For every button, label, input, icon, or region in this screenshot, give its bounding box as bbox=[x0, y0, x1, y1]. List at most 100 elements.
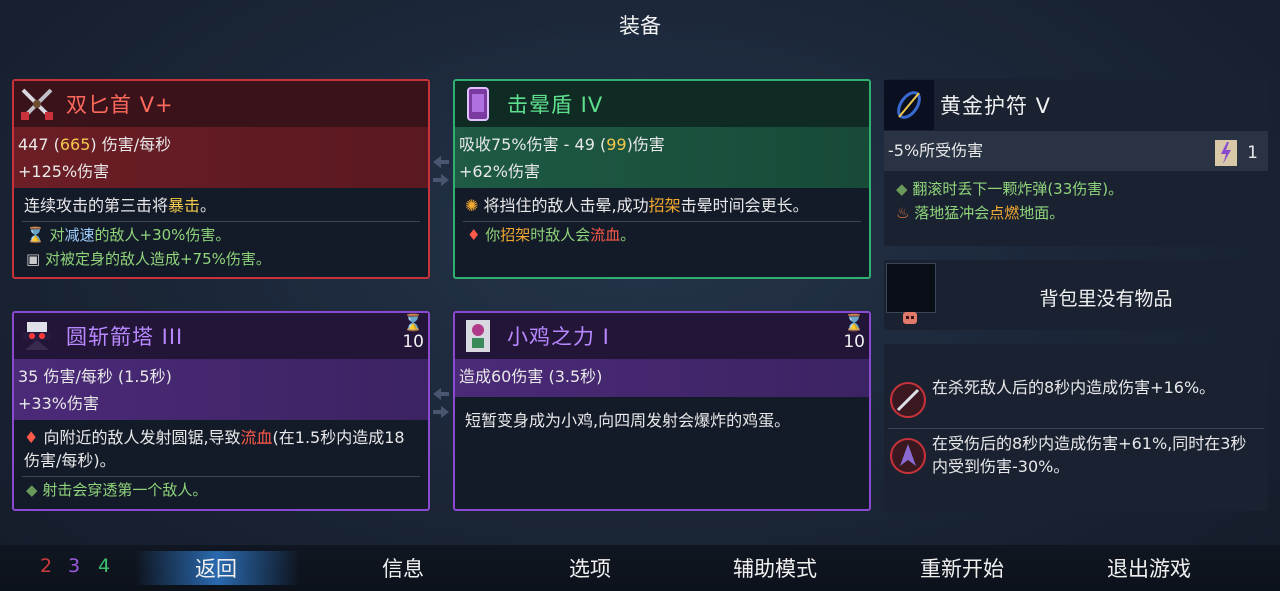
skill-name: 圆斩箭塔 III bbox=[66, 325, 184, 349]
amulet-stat: -5%所受伤害 1 bbox=[884, 131, 1268, 171]
tactics-level: 3 bbox=[68, 555, 81, 577]
cooldown: ⌛ 10 bbox=[402, 313, 424, 352]
damage-bonus: +62%伤害 bbox=[459, 162, 540, 181]
trait-text: 。 bbox=[620, 226, 636, 244]
backpack-panel[interactable]: 背包里没有物品 bbox=[884, 260, 1268, 330]
mutation-text: 在杀死敌人后的8秒内造成伤害+16%。 bbox=[932, 378, 1216, 397]
trait-text: 你 bbox=[485, 226, 501, 244]
restart-button[interactable]: 重新开始 bbox=[920, 553, 1004, 583]
turret-icon bbox=[14, 313, 60, 359]
stun-icon: ✺ bbox=[465, 196, 479, 215]
weapon-name: 击晕盾 IV bbox=[507, 93, 604, 117]
scroll-count: 1 bbox=[1247, 143, 1258, 163]
card-header: 小鸡之力 I ⌛ 10 bbox=[455, 313, 869, 359]
mutation-item[interactable]: 在受伤后的8秒内造成伤害+61%,同时在3秒内受到伤害-30%。 bbox=[888, 432, 1262, 478]
trait-line: ◆ 射击会穿透第一个敌人。 bbox=[14, 477, 428, 501]
hourglass-icon: ⌛ bbox=[403, 313, 424, 332]
survival-level: 4 bbox=[98, 555, 111, 577]
mutation-text: 在受伤后的8秒内造成伤害+61%,同时在3秒内受到伤害-30%。 bbox=[932, 434, 1247, 476]
blood-drop-icon: ♦ bbox=[467, 226, 481, 244]
skill-card-chicken[interactable]: 小鸡之力 I ⌛ 10 造成60伤害 (3.5秒) 短暂变身成为小鸡,向四周发射… bbox=[453, 311, 871, 511]
desc-keyword: 暴击 bbox=[168, 196, 201, 215]
trait-text: 射击会穿透第一个敌人。 bbox=[42, 481, 208, 499]
trait-line: ⌛ 对减速的敌人+30%伤害。 bbox=[14, 222, 428, 246]
back-button[interactable]: 返回 bbox=[195, 553, 237, 583]
bullet-icon: ◆ bbox=[26, 481, 38, 499]
card-header: 圆斩箭塔 III ⌛ 10 bbox=[14, 313, 428, 359]
damage-bonus: +125%伤害 bbox=[18, 162, 110, 181]
scroll-icon bbox=[1215, 140, 1238, 166]
skill-description: 短暂变身成为小鸡,向四周发射会爆炸的鸡蛋。 bbox=[465, 411, 791, 430]
trait-line: ♨ 落地猛冲会点燃地面。 bbox=[884, 200, 1268, 224]
info-button[interactable]: 信息 bbox=[382, 553, 424, 583]
stat-bonus: 99 bbox=[606, 135, 627, 154]
crossed-daggers-icon bbox=[14, 81, 60, 127]
hourglass-icon: ⌛ bbox=[844, 313, 865, 332]
skull-icon bbox=[900, 310, 920, 328]
mutation-kill-icon bbox=[890, 382, 926, 418]
bottom-menu-bar: 2 3 4 返回 信息 选项 辅助模式 重新开始 退出游戏 bbox=[0, 545, 1280, 591]
amulet-icon bbox=[884, 80, 934, 130]
trait-text: 对被定身的敌人造成+75%伤害。 bbox=[44, 250, 271, 268]
skill-name: 小鸡之力 I bbox=[507, 325, 610, 349]
weapon-stats: 吸收75%伤害 - 49 (99)伤害 +62%伤害 bbox=[455, 127, 869, 188]
skill-stats: 35 伤害/每秒 (1.5秒) +33%伤害 bbox=[14, 359, 428, 420]
dps-bonus: 665 bbox=[59, 135, 91, 154]
weapon-stats: 447 (665) 伤害/每秒 +125%伤害 bbox=[14, 127, 428, 188]
card-header: 黄金护符 V bbox=[884, 79, 1268, 131]
mutation-item[interactable]: 在杀死敌人后的8秒内造成伤害+16%。 bbox=[888, 376, 1262, 420]
cooldown-value: 10 bbox=[402, 332, 424, 352]
divider bbox=[888, 428, 1264, 429]
skill-card-turret[interactable]: 圆斩箭塔 III ⌛ 10 35 伤害/每秒 (1.5秒) +33%伤害 ♦ 向… bbox=[12, 311, 430, 511]
bullet-icon: ◆ bbox=[896, 180, 908, 198]
screen-title: 装备 bbox=[619, 14, 661, 38]
weapon-card-dagger[interactable]: 双匕首 V+ 447 (665) 伤害/每秒 +125%伤害 连续攻击的第三击将… bbox=[12, 79, 430, 279]
fire-icon: ♨ bbox=[896, 204, 910, 222]
skill-stats: 造成60伤害 (3.5秒) bbox=[455, 359, 869, 397]
mutations-panel: 在杀死敌人后的8秒内造成伤害+16%。 在受伤后的8秒内造成伤害+61%,同时在… bbox=[884, 344, 1268, 511]
desc-text: 击晕时间会更长。 bbox=[680, 196, 809, 215]
trait-text: 时敌人会 bbox=[530, 226, 591, 244]
stat-text: -5%所受伤害 bbox=[888, 141, 984, 160]
trait-keyword: 流血 bbox=[590, 226, 621, 244]
weapon-description: 连续攻击的第三击将暴击。 bbox=[14, 188, 428, 221]
weapon-card-shield[interactable]: 击晕盾 IV 吸收75%伤害 - 49 (99)伤害 +62%伤害 ✺ 将挡住的… bbox=[453, 79, 871, 279]
chicken-icon bbox=[455, 313, 501, 359]
trait-keyword: 减速 bbox=[64, 226, 95, 244]
trait-text: 落地猛冲会 bbox=[914, 204, 990, 222]
desc-text: 。 bbox=[200, 196, 217, 215]
trait-line: ◆ 翻滚时丢下一颗炸弹(33伤害)。 bbox=[884, 171, 1268, 200]
card-header: 击晕盾 IV bbox=[455, 81, 869, 127]
dps-suffix: ) 伤害/每秒 bbox=[90, 135, 172, 154]
trait-text: 对 bbox=[49, 226, 65, 244]
amulet-name: 黄金护符 V bbox=[940, 94, 1052, 118]
quit-game-button[interactable]: 退出游戏 bbox=[1107, 553, 1191, 583]
backpack-empty-text: 背包里没有物品 bbox=[1039, 288, 1173, 310]
weapon-name: 双匕首 V+ bbox=[66, 93, 174, 117]
cooldown: ⌛ 10 bbox=[843, 313, 865, 352]
assist-mode-button[interactable]: 辅助模式 bbox=[733, 553, 817, 583]
options-button[interactable]: 选项 bbox=[569, 553, 611, 583]
stat-text: 吸收75%伤害 - 49 ( bbox=[459, 135, 607, 154]
trait-text: 翻滚时丢下一颗炸弹(33伤害)。 bbox=[912, 180, 1124, 198]
shield-icon bbox=[455, 81, 501, 127]
scroll-counter: 1 bbox=[1211, 133, 1258, 173]
skill-description: ♦ 向附近的敌人发射圆锯,导致流血(在1.5秒内造成18伤害/每秒)。 bbox=[14, 420, 428, 476]
swap-arrows-icon[interactable] bbox=[431, 152, 451, 192]
trait-keyword: 招架 bbox=[500, 226, 531, 244]
trait-text: 的敌人+30%伤害。 bbox=[94, 226, 231, 244]
backpack-slot[interactable] bbox=[886, 263, 936, 313]
desc-keyword: 招架 bbox=[648, 196, 681, 215]
lock-icon: ▣ bbox=[26, 250, 41, 268]
cooldown-value: 10 bbox=[843, 332, 865, 352]
mutation-adrenaline-icon bbox=[890, 438, 926, 474]
amulet-card[interactable]: 黄金护符 V -5%所受伤害 1 ◆ 翻滚时丢下一颗炸弹(33伤害)。 ♨ 落地… bbox=[884, 79, 1268, 246]
trait-line: ▣ 对被定身的敌人造成+75%伤害。 bbox=[14, 246, 428, 270]
card-header: 双匕首 V+ bbox=[14, 81, 428, 127]
weapon-description: ✺ 将挡住的敌人击晕,成功招架击晕时间会更长。 bbox=[455, 188, 869, 221]
swap-arrows-icon[interactable] bbox=[431, 384, 451, 424]
brutality-level: 2 bbox=[40, 555, 53, 577]
hourglass-icon: ⌛ bbox=[26, 226, 45, 244]
stat-text: )伤害 bbox=[626, 135, 665, 154]
dps-base: 447 ( bbox=[18, 135, 60, 154]
